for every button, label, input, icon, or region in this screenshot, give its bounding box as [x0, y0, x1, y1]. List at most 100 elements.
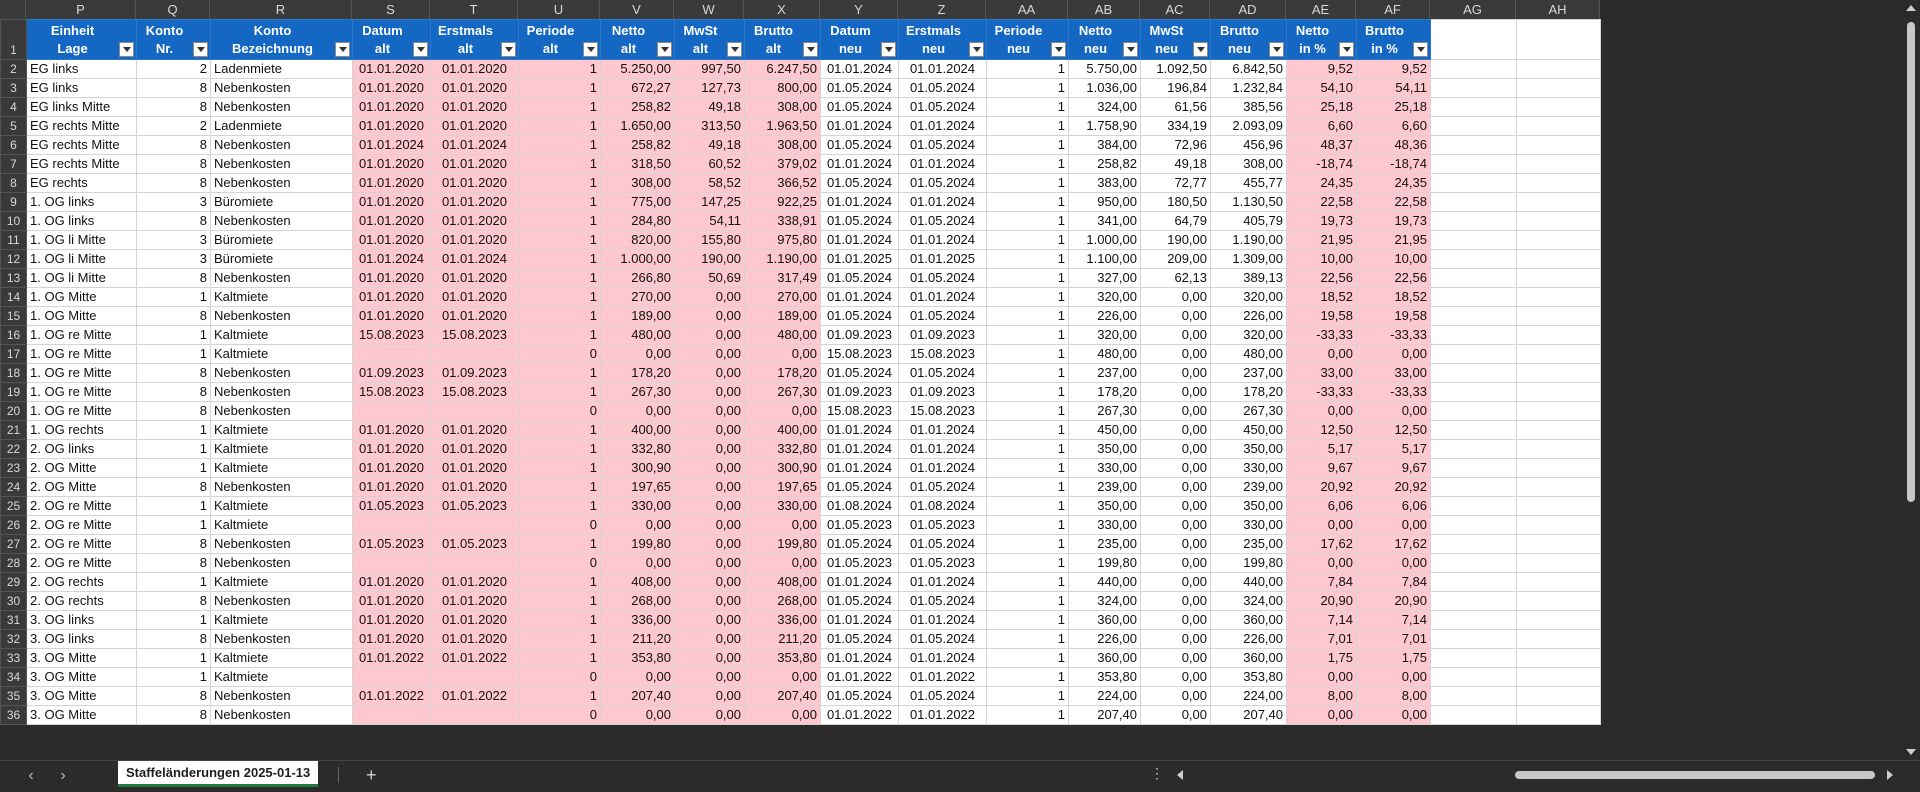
cell-u[interactable]: 1: [518, 211, 601, 231]
cell-t[interactable]: 01.01.2020: [430, 59, 519, 79]
cell-r[interactable]: Kaltmiete: [210, 648, 353, 668]
cell-y[interactable]: 01.08.2024: [820, 496, 899, 516]
cell-ac[interactable]: 0,00: [1140, 591, 1211, 611]
empty-cell[interactable]: [1430, 705, 1517, 725]
empty-cell[interactable]: [1430, 515, 1517, 535]
cell-y[interactable]: 01.09.2023: [820, 382, 899, 402]
cell-ab[interactable]: 224,00: [1068, 686, 1141, 706]
column-header-y[interactable]: Y: [820, 0, 898, 19]
cell-w[interactable]: 60,52: [674, 154, 745, 174]
cell-ab[interactable]: 1.000,00: [1068, 230, 1141, 250]
empty-cell[interactable]: [1516, 572, 1601, 592]
cell-ac[interactable]: 0,00: [1140, 553, 1211, 573]
cell-v[interactable]: 211,20: [600, 629, 675, 649]
cell-s[interactable]: 01.01.2020: [352, 173, 431, 193]
cell-x[interactable]: 267,30: [744, 382, 821, 402]
filter-dropdown-icon[interactable]: [657, 42, 672, 57]
cell-z[interactable]: 01.01.2024: [898, 439, 987, 459]
column-header-t[interactable]: T: [430, 0, 518, 19]
cell-q[interactable]: 1: [136, 648, 211, 668]
cell-ae[interactable]: 21,95: [1286, 230, 1357, 250]
filter-dropdown-icon[interactable]: [1269, 42, 1284, 57]
cell-q[interactable]: 8: [136, 154, 211, 174]
cell-z[interactable]: 01.05.2024: [898, 268, 987, 288]
cell-ac[interactable]: 196,84: [1140, 78, 1211, 98]
cell-v[interactable]: 308,00: [600, 173, 675, 193]
cell-t[interactable]: 01.01.2020: [430, 306, 519, 326]
cell-q[interactable]: 1: [136, 325, 211, 345]
empty-cell[interactable]: [1430, 572, 1517, 592]
cell-ae[interactable]: 9,52: [1286, 59, 1357, 79]
row-header-18[interactable]: 18: [0, 363, 27, 383]
cell-aa[interactable]: 1: [986, 287, 1069, 307]
cell-v[interactable]: 330,00: [600, 496, 675, 516]
cell-ab[interactable]: 1.036,00: [1068, 78, 1141, 98]
cell-u[interactable]: 0: [518, 401, 601, 421]
cell-p[interactable]: EG rechts Mitte: [26, 116, 137, 136]
cell-ab[interactable]: 199,80: [1068, 553, 1141, 573]
cell-ae[interactable]: 33,00: [1286, 363, 1357, 383]
empty-cell[interactable]: [1516, 59, 1601, 79]
cell-u[interactable]: 1: [518, 154, 601, 174]
empty-cell[interactable]: [1516, 591, 1601, 611]
cell-y[interactable]: 01.05.2024: [820, 173, 899, 193]
cell-aa[interactable]: 1: [986, 78, 1069, 98]
cell-y[interactable]: 01.01.2022: [820, 705, 899, 725]
cell-t[interactable]: 01.01.2020: [430, 154, 519, 174]
cell-v[interactable]: 336,00: [600, 610, 675, 630]
cell-ad[interactable]: 320,00: [1210, 325, 1287, 345]
cell-t[interactable]: 01.01.2024: [430, 135, 519, 155]
cell-x[interactable]: 317,49: [744, 268, 821, 288]
cell-v[interactable]: 400,00: [600, 420, 675, 440]
empty-cell[interactable]: [1430, 363, 1517, 383]
row-header-30[interactable]: 30: [0, 591, 27, 611]
cell-af[interactable]: 9,67: [1356, 458, 1431, 478]
cell-v[interactable]: 189,00: [600, 306, 675, 326]
cell-v[interactable]: 672,27: [600, 78, 675, 98]
cell-r[interactable]: Nebenkosten: [210, 363, 353, 383]
cell-v[interactable]: 267,30: [600, 382, 675, 402]
cell-ab[interactable]: 330,00: [1068, 515, 1141, 535]
cell-y[interactable]: 01.05.2024: [820, 534, 899, 554]
cell-p[interactable]: 2. OG re Mitte: [26, 534, 137, 554]
cell-y[interactable]: 01.05.2024: [820, 477, 899, 497]
cell-ac[interactable]: 0,00: [1140, 610, 1211, 630]
empty-cell[interactable]: [1430, 154, 1517, 174]
cell-w[interactable]: 0,00: [674, 382, 745, 402]
cell-ac[interactable]: 0,00: [1140, 306, 1211, 326]
cell-p[interactable]: 3. OG Mitte: [26, 686, 137, 706]
cell-u[interactable]: 1: [518, 458, 601, 478]
cell-af[interactable]: 7,01: [1356, 629, 1431, 649]
cell-u[interactable]: 0: [518, 344, 601, 364]
cell-af[interactable]: 9,52: [1356, 59, 1431, 79]
cell-x[interactable]: 1.963,50: [744, 116, 821, 136]
cell-p[interactable]: 3. OG Mitte: [26, 705, 137, 725]
filter-dropdown-icon[interactable]: [803, 42, 818, 57]
cell-p[interactable]: 2. OG re Mitte: [26, 496, 137, 516]
cell-aa[interactable]: 1: [986, 59, 1069, 79]
cell-w[interactable]: 54,11: [674, 211, 745, 231]
cell-ac[interactable]: 0,00: [1140, 572, 1211, 592]
cell-s[interactable]: 01.01.2020: [352, 211, 431, 231]
cell-ab[interactable]: 237,00: [1068, 363, 1141, 383]
cell-x[interactable]: 0,00: [744, 401, 821, 421]
cell-ad[interactable]: 320,00: [1210, 287, 1287, 307]
cell-ae[interactable]: 0,00: [1286, 705, 1357, 725]
row-header-12[interactable]: 12: [0, 249, 27, 269]
cell-ac[interactable]: 0,00: [1140, 287, 1211, 307]
cell-ad[interactable]: 267,30: [1210, 401, 1287, 421]
cell-p[interactable]: 1. OG re Mitte: [26, 382, 137, 402]
cell-t[interactable]: [430, 553, 519, 573]
column-header-ae[interactable]: AE: [1286, 0, 1356, 19]
cell-aa[interactable]: 1: [986, 344, 1069, 364]
cell-x[interactable]: 975,80: [744, 230, 821, 250]
cell-x[interactable]: 400,00: [744, 420, 821, 440]
cell-t[interactable]: 01.01.2020: [430, 572, 519, 592]
cell-u[interactable]: 1: [518, 173, 601, 193]
cell-u[interactable]: 1: [518, 496, 601, 516]
cell-r[interactable]: Nebenkosten: [210, 154, 353, 174]
cell-y[interactable]: 01.05.2023: [820, 553, 899, 573]
cell-af[interactable]: 6,60: [1356, 116, 1431, 136]
cell-s[interactable]: 01.01.2020: [352, 78, 431, 98]
cell-s[interactable]: [352, 667, 431, 687]
